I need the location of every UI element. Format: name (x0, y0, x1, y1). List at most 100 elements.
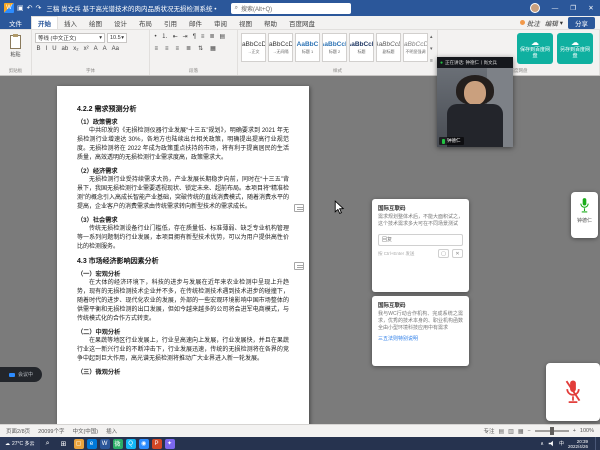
paragraph-tool-icon-6[interactable]: ≣ (208, 33, 216, 42)
zoom-in-button[interactable]: + (573, 428, 576, 434)
zoom-out-button[interactable]: − (527, 428, 530, 434)
paragraph-tool-icon-7[interactable]: ▤ (218, 33, 227, 42)
print-layout-button[interactable]: ▥ (508, 428, 514, 435)
paragraph-tool-icon-2[interactable]: ⇤ (171, 33, 179, 42)
comment-reply-input[interactable] (378, 234, 463, 246)
style-item-3[interactable]: AaBbCcE标题 2 (322, 33, 347, 62)
font-tool-icon-0[interactable]: B (35, 45, 42, 54)
tab-file[interactable]: 文件 (0, 16, 31, 29)
style-item-1[interactable]: AaBbCcDc→无间隔 (268, 33, 293, 62)
style-item-5[interactable]: AaBbCcD副标题 (376, 33, 401, 62)
tray-chevron-icon[interactable]: ∧ (540, 441, 544, 447)
font-tool-icon-8[interactable]: Aa (110, 45, 120, 54)
redo-button[interactable]: ↷ (36, 4, 42, 12)
zoom-slider[interactable] (535, 430, 569, 432)
align-left-icon[interactable]: ≡ (153, 45, 160, 54)
document-page[interactable]: 4.2.2 需求预测分析（1）政策需求中共印发的《无损检测仪器行业发展“十三五”… (57, 86, 309, 424)
gallery-down-icon[interactable]: ▾ (430, 46, 433, 52)
taskbar-app-meeting[interactable]: ◉ (139, 439, 149, 449)
taskbar-clock[interactable]: 20:39 2022/4/26 (568, 439, 591, 449)
taskbar-app-word[interactable]: W (100, 439, 110, 449)
user-avatar[interactable] (530, 3, 540, 13)
close-button[interactable]: ✕ (582, 0, 600, 16)
taskbar-app-wechat[interactable]: 微 (113, 439, 123, 449)
comment-icon[interactable] (294, 204, 304, 212)
style-item-6[interactable]: AaBbCcDc不明显强调 (403, 33, 428, 62)
taskbar-app-file-explorer[interactable]: ▢ (74, 439, 84, 449)
web-layout-button[interactable]: ▦ (518, 428, 524, 435)
send-reply-button[interactable]: ▢ (438, 249, 449, 258)
ribbon-tab-3[interactable]: 设计 (108, 16, 133, 29)
close-comment-button[interactable]: ✕ (452, 249, 463, 258)
ribbon-tab-10[interactable]: 百度网盘 (283, 16, 321, 29)
font-tool-icon-2[interactable]: U (51, 45, 58, 54)
status-item-0[interactable]: 页面2/8页 (6, 427, 30, 435)
font-tool-icon-3[interactable]: ab (60, 45, 70, 54)
search-box[interactable]: ⌕ 搜索(Alt+Q) (231, 3, 351, 14)
show-desktop-button[interactable] (595, 437, 598, 450)
zoom-level[interactable]: 100% (580, 428, 594, 434)
line-spacing-icon[interactable]: ⇅ (197, 45, 205, 54)
paste-button[interactable]: 粘贴 (10, 33, 21, 58)
ribbon-tab-9[interactable]: 帮助 (258, 16, 283, 29)
ribbon-tab-6[interactable]: 邮件 (183, 16, 208, 29)
paragraph-tool-icon-0[interactable]: • (153, 33, 158, 42)
paragraph-tool-icon-5[interactable]: ≡ (199, 33, 206, 42)
ribbon-tab-2[interactable]: 绘图 (83, 16, 108, 29)
ime-indicator[interactable]: 中 (559, 440, 564, 447)
align-right-icon[interactable]: ≡ (174, 45, 181, 54)
read-mode-button[interactable]: ▤ (498, 428, 504, 435)
font-tool-icon-4[interactable]: x₂ (72, 45, 80, 54)
mic-muted-panel[interactable] (546, 363, 600, 421)
save-as-to-baidu-button[interactable]: ☁ 另存到百度网盘 (557, 33, 593, 64)
meeting-video-panel[interactable]: ● 正在讲话: 钟德仁丨尚文兵 钟德仁 (437, 57, 513, 147)
taskbar-app-ppt[interactable]: P (152, 439, 162, 449)
taskbar-app-edge[interactable]: e (87, 439, 97, 449)
gallery-more-icon[interactable]: ≡ (430, 58, 433, 64)
taskbar-app-image-tool[interactable]: ✦ (165, 439, 175, 449)
font-tool-icon-7[interactable]: A (101, 45, 108, 54)
taskbar-search-button[interactable]: ⌕ (40, 437, 56, 450)
floating-mic-widget[interactable]: 钟德仁 (571, 192, 598, 238)
zoom-slider-thumb[interactable] (550, 427, 554, 435)
status-item-3[interactable]: 插入 (106, 427, 117, 435)
meeting-float-bar[interactable]: 会议中 (0, 367, 42, 382)
font-tool-icon-5[interactable]: x² (82, 45, 90, 54)
comments-button[interactable]: 批注 (520, 18, 540, 28)
status-item-2[interactable]: 中文(中国) (72, 427, 98, 435)
ribbon-tab-8[interactable]: 视图 (233, 16, 258, 29)
style-item-4[interactable]: AaBbCcD标题 (349, 33, 374, 62)
ribbon-tab-0[interactable]: 开始 (31, 16, 58, 29)
minimize-button[interactable]: — (546, 0, 564, 16)
shading-icon[interactable]: ▦ (209, 45, 218, 54)
focus-mode-button[interactable]: 专注 (483, 427, 494, 435)
comment-icon[interactable] (294, 262, 304, 270)
paragraph-tool-icon-4[interactable]: ¶ (191, 33, 197, 42)
webcam-video[interactable]: 钟德仁 (437, 68, 513, 147)
ribbon-tab-4[interactable]: 布局 (133, 16, 158, 29)
maximize-button[interactable]: ❐ (564, 0, 582, 16)
save-to-baidu-button[interactable]: ☁ 保存到百度网盘 (517, 33, 553, 64)
gallery-up-icon[interactable]: ▴ (430, 34, 433, 40)
style-item-2[interactable]: AaBbC标题 1 (295, 33, 320, 62)
comment-link[interactable]: 三五法则特别说明 (378, 335, 463, 342)
taskbar-weather[interactable]: ☁ 27°C 多云 (0, 437, 40, 450)
paragraph-tool-icon-3[interactable]: ⇥ (181, 33, 189, 42)
volume-icon[interactable] (548, 440, 555, 447)
status-item-1[interactable]: 20099个字 (38, 427, 64, 435)
undo-button[interactable]: ↶ (27, 4, 33, 12)
save-button[interactable]: ▣ (17, 4, 24, 12)
taskbar-app-qq[interactable]: Q (126, 439, 136, 449)
font-tool-icon-6[interactable]: A (92, 45, 99, 54)
font-tool-icon-1[interactable]: I (44, 45, 49, 54)
justify-icon[interactable]: ≣ (185, 45, 193, 54)
word-app-icon[interactable]: W (4, 3, 14, 13)
ribbon-tab-1[interactable]: 插入 (58, 16, 83, 29)
style-item-0[interactable]: AaBbCcDc→正文 (241, 33, 266, 62)
font-size-select[interactable]: 10.5▾ (107, 33, 127, 43)
ribbon-tab-5[interactable]: 引用 (158, 16, 183, 29)
paragraph-tool-icon-1[interactable]: ⒈ (160, 33, 169, 42)
ribbon-tab-7[interactable]: 审阅 (208, 16, 233, 29)
share-button[interactable]: 分享 (568, 17, 595, 29)
editing-mode-menu[interactable]: 编辑▾ (545, 18, 563, 28)
